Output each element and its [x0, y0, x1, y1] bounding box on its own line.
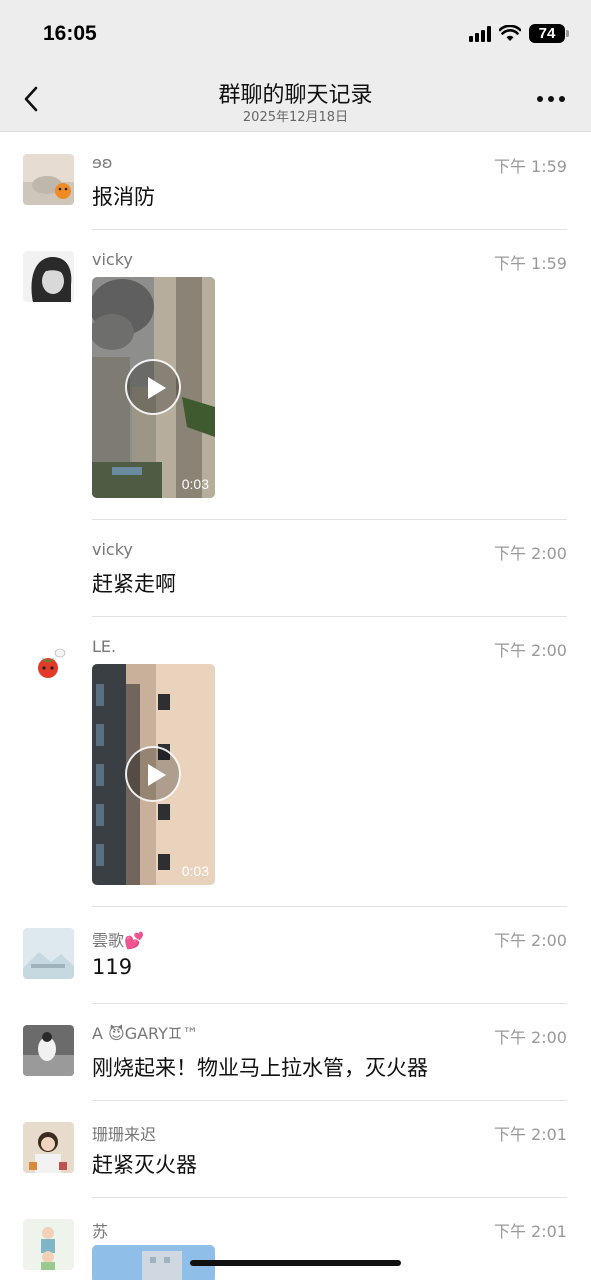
sender-name: 珊珊来迟 — [92, 1125, 157, 1144]
sender-name: 苏 — [92, 1222, 109, 1241]
message-item[interactable]: LE. 下午 2:00 0:03 — [0, 617, 591, 907]
message-item[interactable]: 苏 下午 2:01 — [0, 1198, 591, 1280]
message-text: 119 — [92, 955, 133, 979]
message-text: 赶紧灭火器 — [92, 1153, 197, 1177]
message-time: 下午 2:00 — [493, 641, 567, 660]
message-item[interactable]: A 😈GARY♊™ 下午 2:00 刚烧起来！物业马上拉水管，灭火器 — [0, 1004, 591, 1101]
status-time: 16:05 — [43, 22, 97, 45]
avatar[interactable] — [23, 251, 74, 302]
play-icon[interactable] — [125, 746, 181, 802]
sender-name: A 😈GARY♊™ — [92, 1024, 199, 1043]
video-thumbnail[interactable]: 0:03 — [92, 664, 215, 885]
more-options-icon[interactable] — [537, 96, 565, 102]
avatar[interactable] — [23, 1122, 74, 1173]
cellular-signal-icon — [469, 25, 491, 42]
avatar[interactable] — [23, 1219, 74, 1270]
sender-name: LE. — [92, 637, 117, 656]
status-icons: 74 — [469, 24, 569, 43]
home-indicator[interactable] — [190, 1260, 401, 1266]
message-text: 赶紧走啊 — [92, 572, 176, 596]
wifi-icon — [499, 25, 521, 41]
nav-bar: 群聊的聊天记录 2025年12月18日 — [0, 66, 591, 132]
play-icon[interactable] — [125, 359, 181, 415]
sender-name: vicky — [92, 540, 133, 559]
status-bar: 16:05 74 — [0, 0, 591, 66]
message-time: 下午 2:01 — [493, 1125, 567, 1144]
sender-name: ɘʚ — [92, 153, 113, 172]
avatar[interactable] — [23, 1025, 74, 1076]
video-thumbnail[interactable]: 0:03 — [92, 277, 215, 498]
message-item[interactable]: 珊珊来迟 下午 2:01 赶紧灭火器 — [0, 1101, 591, 1198]
sender-name: vicky — [92, 250, 133, 269]
sender-name: 雲歌💕 — [92, 931, 144, 950]
page-title: 群聊的聊天记录 — [218, 83, 373, 108]
message-item[interactable]: vicky 下午 2:00 赶紧走啊 — [0, 520, 591, 617]
message-item[interactable]: vicky 下午 1:59 0:03 — [0, 230, 591, 520]
page-subtitle: 2025年12月18日 — [242, 110, 349, 125]
message-time: 下午 2:00 — [493, 544, 567, 563]
avatar[interactable] — [23, 638, 74, 689]
message-list: ɘʚ 下午 1:59 报消防 vicky 下午 1:59 0:03 vicky … — [0, 133, 591, 1280]
video-duration: 0:03 — [181, 476, 209, 492]
message-time: 下午 1:59 — [493, 157, 567, 176]
message-text: 刚烧起来！物业马上拉水管，灭火器 — [92, 1056, 428, 1080]
message-item[interactable]: 雲歌💕 下午 2:00 119 — [0, 907, 591, 1004]
message-item[interactable]: ɘʚ 下午 1:59 报消防 — [0, 133, 591, 230]
video-duration: 0:03 — [181, 863, 209, 879]
message-time: 下午 2:00 — [493, 1028, 567, 1047]
battery-icon: 74 — [529, 24, 569, 43]
avatar[interactable] — [23, 154, 74, 205]
message-time: 下午 1:59 — [493, 254, 567, 273]
avatar[interactable] — [23, 928, 74, 979]
message-time: 下午 2:00 — [493, 931, 567, 950]
message-time: 下午 2:01 — [493, 1222, 567, 1241]
message-text: 报消防 — [92, 185, 155, 209]
